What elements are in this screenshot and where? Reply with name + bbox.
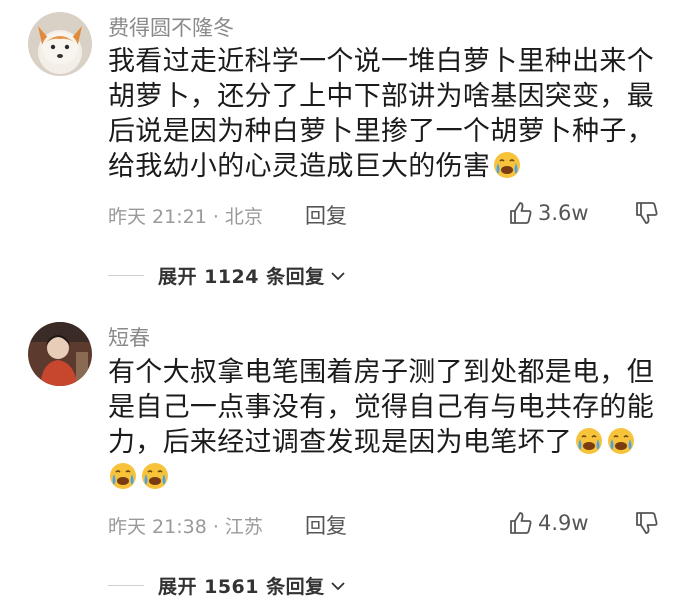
chevron-down-icon (330, 581, 345, 590)
thumbs-up-icon (510, 202, 532, 224)
comment-timestamp: 昨天 21:38 · 江苏 (108, 516, 263, 538)
comment-line-last: 给我幼小的心灵造成巨大的伤害 (108, 149, 668, 184)
comment-line-text: 给我幼小的心灵造成巨大的伤害 (108, 151, 491, 182)
like-button[interactable]: 3.6w (508, 200, 589, 226)
comment-line: 胡萝卜，还分了上中下部讲为啥基因突变，最 (108, 81, 654, 112)
crying-face-emoji-icon (110, 463, 136, 489)
divider (108, 585, 144, 586)
comment-line: 有个大叔拿电笔围着房子测了到处都是电，但 (108, 357, 654, 388)
avatar[interactable] (28, 12, 92, 76)
thumbs-down-icon (636, 512, 658, 534)
dislike-button[interactable] (634, 200, 660, 230)
chevron-down-icon (330, 271, 345, 280)
expand-replies-label: 展开 1561 条回复 (158, 576, 325, 598)
comment-line-last: 力，后来经过调查发现是因为电笔坏了 (108, 425, 668, 460)
comment-timestamp: 昨天 21:21 · 北京 (108, 206, 263, 228)
avatar[interactable] (28, 322, 92, 386)
like-count: 3.6w (538, 201, 589, 225)
crying-face-emoji-icon (494, 152, 521, 178)
comment-body: 我看过走近科学一个说一堆白萝卜里种出来个 胡萝卜，还分了上中下部讲为啥基因突变，… (108, 44, 668, 184)
username[interactable]: 短春 (108, 322, 150, 352)
reply-button[interactable]: 回复 (305, 510, 347, 540)
username[interactable]: 费得圆不隆冬 (108, 12, 234, 42)
expand-replies-button[interactable]: 展开 1124 条回复 (108, 262, 347, 289)
expand-replies-button[interactable]: 展开 1561 条回复 (108, 572, 347, 599)
expand-replies-label: 展开 1124 条回复 (158, 266, 325, 288)
comment-emoji-line (108, 460, 668, 495)
comment-line: 我看过走近科学一个说一堆白萝卜里种出来个 (108, 46, 654, 77)
comment-body: 有个大叔拿电笔围着房子测了到处都是电，但 是自己一点事没有，觉得自己有与电共存的… (108, 355, 668, 495)
fox-avatar-icon (28, 12, 92, 76)
like-count: 4.9w (538, 511, 589, 535)
portrait-avatar-icon (28, 322, 92, 386)
thumbs-down-icon (636, 202, 658, 224)
divider (108, 275, 144, 276)
dislike-button[interactable] (634, 510, 660, 540)
crying-face-emoji-icon (608, 428, 635, 454)
comment-line: 是自己一点事没有，觉得自己有与电共存的能 (108, 392, 654, 423)
reply-button[interactable]: 回复 (305, 200, 347, 230)
like-button[interactable]: 4.9w (508, 510, 589, 536)
crying-face-emoji-icon (142, 463, 168, 489)
comment-line-text: 力，后来经过调查发现是因为电笔坏了 (108, 427, 573, 458)
thumbs-up-icon (510, 512, 532, 534)
crying-face-emoji-icon (576, 428, 603, 454)
comment-line: 后说是因为种白萝卜里掺了一个胡萝卜种子， (108, 116, 654, 147)
